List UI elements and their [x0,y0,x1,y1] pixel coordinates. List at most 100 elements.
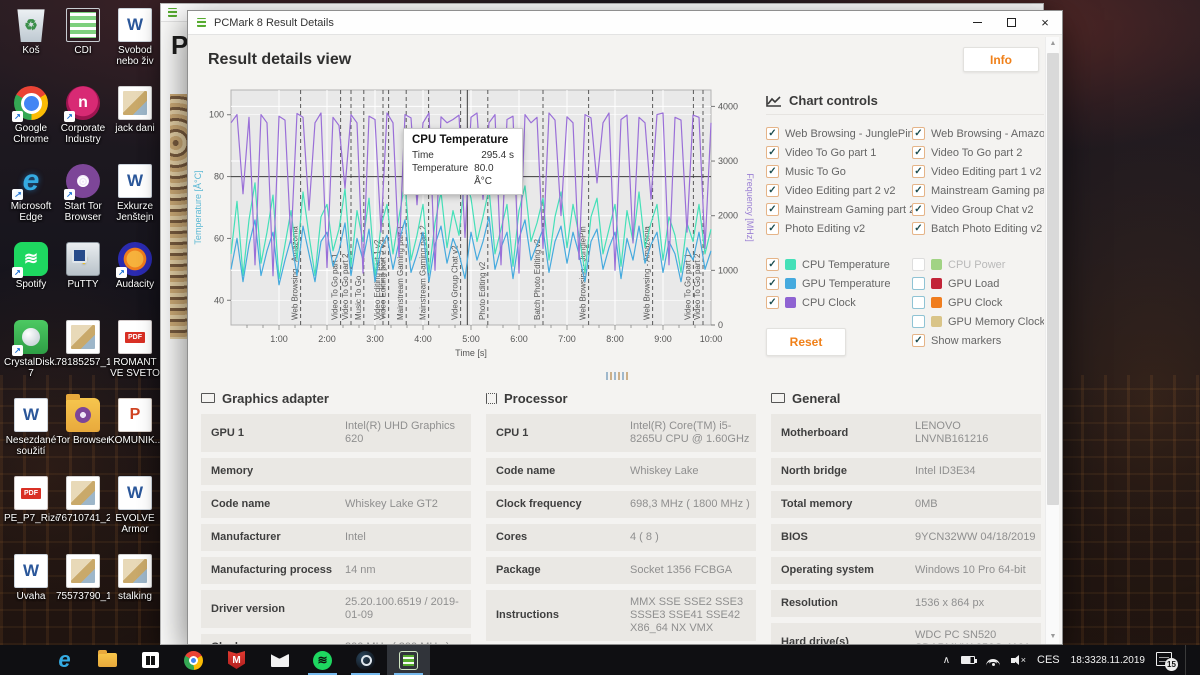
spec-value: Whiskey Lake [630,465,699,477]
series-checkbox-cpu-temperature[interactable]: ✓ CPU Temperature [766,255,912,274]
notification-badge: 15 [1165,658,1178,671]
checkbox-label: Web Browsing - Amazonia [931,127,1044,140]
taskbar-explorer-button[interactable] [86,645,129,675]
desktop-icon-75573790-1[interactable]: 75573790_1... [56,550,110,628]
info-button[interactable]: Info [963,47,1039,72]
workload-checkbox-video-editing-part-2-v2[interactable]: ✓ Video Editing part 2 v2 [766,181,912,200]
series-color-swatch [931,297,942,308]
splitter[interactable] [188,371,1046,381]
window-titlebar[interactable]: PCMark 8 Result Details × [188,11,1062,35]
taskbar-mcafee-button[interactable]: M [215,645,258,675]
desktop-icon-pe-p7-rizen[interactable]: PDF PE_P7_Rizen... [4,472,58,550]
image-icon [118,554,152,588]
reset-button[interactable]: Reset [766,328,846,356]
desktop-icon-komunik[interactable]: P KOMUNIK... [108,394,162,472]
desktop-icon-spotify[interactable]: ≋Spotify [6,238,56,316]
desktop-icon-cdi[interactable]: CDI [58,4,108,82]
checkbox-label: GPU Temperature [802,277,891,290]
desktop-icon-corporate-industry[interactable]: nCorporate Industry [58,82,108,160]
workload-checkbox-video-group-chat-v2[interactable]: ✓ Video Group Chat v2 [912,200,1044,219]
series-checkbox-gpu-temperature[interactable]: ✓ GPU Temperature [766,274,912,293]
scrollbar-thumb[interactable] [1047,53,1059,505]
minimize-button[interactable] [960,11,994,34]
workload-checkbox-video-to-go-part-1[interactable]: ✓ Video To Go part 1 [766,143,912,162]
volume-muted-icon[interactable]: × [1011,654,1026,666]
chart[interactable]: Web Browsing - Amazonia Video To Go part … [191,80,757,372]
section-graphics-title: Graphics adapter [201,387,471,409]
tray-chevron-up-icon[interactable]: ∧ [943,655,950,666]
desktop-icon-76710741-2[interactable]: 76710741_2... [56,472,110,550]
taskbar-pcmark-button[interactable] [387,645,430,675]
workload-marker-label: Photo Editing v2 [478,261,487,320]
series-checkbox-gpu-load[interactable]: GPU Load [912,274,1044,293]
maximize-button[interactable] [994,11,1028,34]
table-icon [66,8,100,42]
scroll-up-icon[interactable]: ▲ [1046,37,1060,51]
workload-checkbox-mainstream-gaming-part-2[interactable]: ✓ Mainstream Gaming part 2 [766,200,912,219]
workload-checkbox-music-to-go[interactable]: ✓ Music To Go [766,162,912,181]
desktop-icon-ko[interactable]: ♻ Koš [6,4,56,82]
chart-svg[interactable]: Web Browsing - Amazonia Video To Go part … [191,80,757,372]
desktop-icon-stalking[interactable]: stalking [110,550,160,628]
taskbar-mail-button[interactable] [258,645,301,675]
workload-checkbox-mainstream-gaming-part-1[interactable]: ✓ Mainstream Gaming part 1 [912,181,1044,200]
word-icon: W [14,398,48,432]
checkbox-checked-icon: ✓ [766,203,779,216]
desktop-icon-tor-browser[interactable]: Tor Browser [56,394,110,472]
desktop-icon-vaha[interactable]: W Úvaha [6,550,56,628]
series-checkbox-show-markers[interactable]: ✓ Show markers [912,331,1044,350]
desktop-icon-audacity[interactable]: Audacity [110,238,160,316]
pcmark-app-icon [166,6,179,19]
desktop-icon-microsoft-edge[interactable]: eMicrosoft Edge [6,160,56,238]
workload-checkbox-video-to-go-part-2[interactable]: ✓ Video To Go part 2 [912,143,1044,162]
language-indicator[interactable]: CES [1037,654,1060,666]
battery-icon[interactable] [961,656,978,664]
desktop-icon-jack-dani[interactable]: jack dani [110,82,160,160]
series-checkbox-gpu-memory-clock[interactable]: GPU Memory Clock [912,312,1044,331]
spec-row-resolution: Resolution 1536 x 864 px [771,590,1041,617]
series-checkbox-cpu-clock[interactable]: ✓ CPU Clock [766,293,912,312]
desktop-icon-google-chrome[interactable]: Google Chrome [6,82,56,160]
image-icon [66,554,100,588]
desktop-icon-start-tor-browser[interactable]: ◎Start Tor Browser [58,160,108,238]
desktop-icon-romant-ve-sveto[interactable]: PDF ROMANT VE SVETO [110,316,160,394]
checkbox-checked-icon: ✓ [766,258,779,271]
desktop-icon-evolve-armor[interactable]: W EVOLVE Armor [110,472,160,550]
desktop-icon-nesezdan-sou-it[interactable]: W Nesezdané soužití [6,394,56,472]
spec-value: 14 nm [345,564,376,576]
wifi-icon[interactable] [986,655,1001,666]
desktop-icon-svobod-nebo-iv[interactable]: W Svobod nebo živ [110,4,160,82]
spec-row-motherboard: Motherboard LENOVO LNVNB161216 [771,414,1041,452]
taskbar-spotify-button[interactable]: ≋ [301,645,344,675]
desktop-icon-exkurze-jen-tejn[interactable]: W Exkurze Jenštejn [110,160,160,238]
y-left-tick-label: 80 [214,172,224,182]
desktop-icon-crystaldisk-7[interactable]: CrystalDisk... 7 [4,316,58,394]
scroll-down-icon[interactable]: ▼ [1046,630,1060,644]
workload-checkbox-batch-photo-editing-v2[interactable]: ✓ Batch Photo Editing v2 [912,219,1044,238]
chrome-icon [12,86,48,122]
show-desktop-button[interactable] [1185,645,1190,675]
spec-label: Manufacturing process [211,564,333,576]
taskbar-edge-button[interactable]: e [43,645,86,675]
taskbar-start-button[interactable] [0,645,43,675]
taskbar-steam-button[interactable] [344,645,387,675]
desktop-icon-putty[interactable]: ϟ PuTTY [58,238,108,316]
series-checkbox-gpu-clock[interactable]: GPU Clock [912,293,1044,312]
taskbar-chrome-button[interactable] [172,645,215,675]
checkbox-unchecked-icon [912,277,925,290]
mcafee-icon: M [228,651,245,669]
y-left-axis-title: Temperature [Å°C] [193,170,203,244]
workload-checkbox-video-editing-part-1-v2[interactable]: ✓ Video Editing part 1 v2 [912,162,1044,181]
spec-label: Manufacturer [211,531,281,543]
clock[interactable]: 18:33 28.11.2019 [1071,655,1145,666]
action-center-icon[interactable]: 15 [1156,652,1178,671]
taskbar-store-button[interactable] [129,645,172,675]
workload-marker-label: Video Group Chat v2 [451,245,460,320]
desktop-icon-78185257-1[interactable]: 78185257_1... [56,316,110,394]
close-button[interactable]: × [1028,11,1062,34]
vertical-scrollbar[interactable]: ▲ ▼ [1045,37,1059,644]
workload-checkbox-web-browsing-junglepin[interactable]: ✓ Web Browsing - JunglePin [766,124,912,143]
workload-checkbox-web-browsing-amazonia[interactable]: ✓ Web Browsing - Amazonia [912,124,1044,143]
workload-checkbox-photo-editing-v2[interactable]: ✓ Photo Editing v2 [766,219,912,238]
checkbox-checked-icon: ✓ [766,127,779,140]
